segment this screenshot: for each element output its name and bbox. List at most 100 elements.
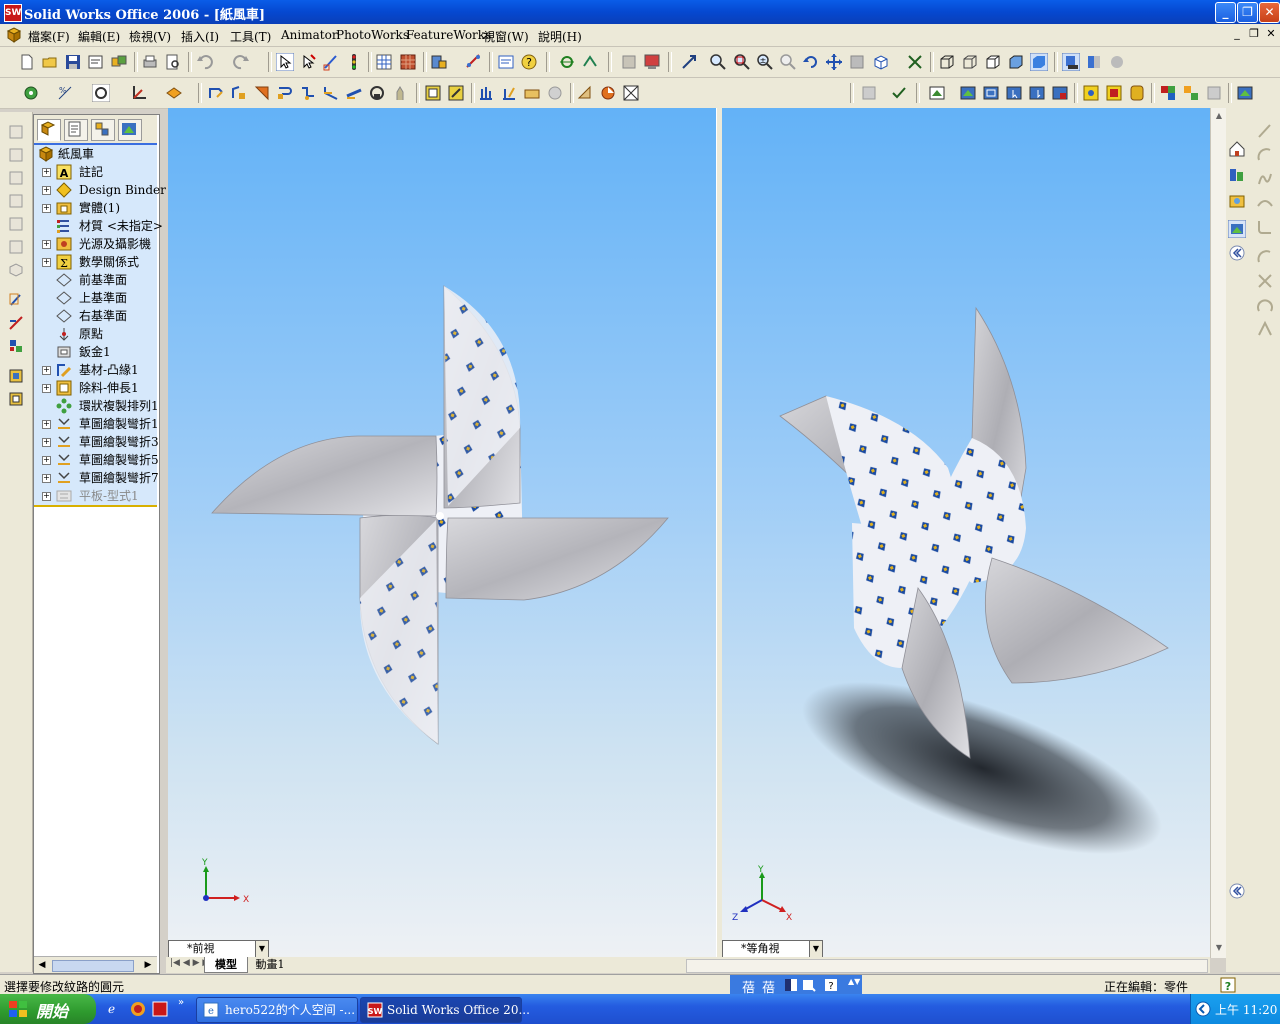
tree-item-right-plane[interactable]: 右基準面 <box>34 307 157 325</box>
3d-drawing-view-icon[interactable] <box>680 53 698 71</box>
save-icon[interactable] <box>64 53 82 71</box>
sketched-bend-icon[interactable] <box>322 84 340 102</box>
closed-corner-icon[interactable] <box>368 84 386 102</box>
tree-horizontal-scrollbar[interactable]: ◀ ▶ <box>34 956 157 973</box>
unfold-icon[interactable] <box>500 84 518 102</box>
ime-pad-icon[interactable] <box>802 978 816 992</box>
shadows-icon[interactable] <box>1062 53 1080 71</box>
ie-quicklaunch-icon[interactable]: ℯ <box>108 1002 115 1016</box>
zoom-in-out-icon[interactable]: ± <box>756 53 774 71</box>
open-file-icon[interactable] <box>41 53 59 71</box>
undo-icon[interactable] <box>196 53 214 71</box>
sketch-fillet-icon[interactable] <box>1256 218 1274 236</box>
scroll-down-icon[interactable]: ▼ <box>1213 942 1225 954</box>
edge-flange-icon[interactable] <box>230 84 248 102</box>
mirror-icon[interactable] <box>1256 320 1274 338</box>
menu-view[interactable]: 檢視(V) <box>129 28 171 45</box>
tab-feature-manager[interactable] <box>37 119 61 141</box>
fold-icon[interactable] <box>523 84 541 102</box>
viewport-front[interactable]: Y X *前視 ▼ <box>168 108 716 958</box>
menu-featureworks[interactable]: FeatureWorks <box>406 28 491 42</box>
rotate-view-icon[interactable] <box>802 53 820 71</box>
smart-dimension-tool-icon[interactable] <box>8 315 24 331</box>
redo-icon[interactable] <box>232 53 250 71</box>
chevron-down-icon[interactable]: ▼ <box>255 941 268 957</box>
sketch-icon[interactable] <box>322 53 340 71</box>
ime-softkeyboard-icon[interactable] <box>784 978 798 992</box>
tree-item-sketched-bend-5[interactable]: + 草圖繪製彎折5 <box>34 451 159 469</box>
curves-icon[interactable] <box>92 84 110 102</box>
coordinate-system-icon[interactable] <box>130 84 148 102</box>
tree-item-base-flange[interactable]: + 基材-凸緣1 <box>34 361 157 379</box>
minimize-button[interactable]: _ <box>1215 2 1236 23</box>
wireframe-icon[interactable] <box>938 53 956 71</box>
solidworks-app-icon[interactable]: SW <box>4 4 22 22</box>
expand-toggle[interactable]: + <box>42 438 51 447</box>
check-sketch-icon[interactable] <box>890 84 908 102</box>
sketch-arc-icon[interactable] <box>1256 146 1274 164</box>
maximize-button[interactable]: ❐ <box>1237 2 1258 23</box>
zoom-to-area-icon[interactable] <box>733 53 751 71</box>
photoworks-studio-icon[interactable] <box>1236 84 1254 102</box>
edit-sketch-icon[interactable] <box>8 292 24 308</box>
viewport-vertical-scrollbar[interactable]: ▲ ▼ <box>1210 108 1227 958</box>
expand-toggle[interactable]: + <box>42 474 51 483</box>
rip-icon[interactable] <box>447 84 465 102</box>
base-flange-tool-icon[interactable] <box>8 368 24 384</box>
display-state-icon[interactable] <box>643 53 661 71</box>
tab-configuration-manager[interactable] <box>91 119 115 141</box>
no-bends-icon[interactable] <box>576 84 594 102</box>
shaded-with-edges-icon[interactable] <box>1007 53 1025 71</box>
tree-item-front-plane[interactable]: 前基準面 <box>34 271 157 289</box>
menu-help[interactable]: 說明(H) <box>538 28 582 45</box>
document-icon[interactable] <box>6 27 22 43</box>
tree-item-sketched-bend-1[interactable]: + 草圖繪製彎折1 <box>34 415 159 433</box>
tree-item-flat-pattern[interactable]: + 平板-型式1 <box>34 487 157 505</box>
scene-icon[interactable] <box>1128 84 1146 102</box>
cross-break-icon[interactable] <box>345 84 363 102</box>
ime-help-icon[interactable]: ? <box>824 978 838 992</box>
tree-item-sketched-bend-3[interactable]: + 草圖繪製彎折3 <box>34 433 159 451</box>
scroll-up-icon[interactable]: ▲ <box>1213 110 1225 122</box>
tree-item-origin[interactable]: 原點 <box>34 325 157 343</box>
hidden-lines-removed-icon[interactable] <box>984 53 1002 71</box>
tree-item-material[interactable]: 材質 <未指定> <box>34 217 163 235</box>
measure-icon[interactable] <box>465 53 483 71</box>
expand-toggle[interactable]: + <box>42 420 51 429</box>
print-preview-icon[interactable] <box>164 53 182 71</box>
insert-bends-icon[interactable] <box>477 84 495 102</box>
section-view-icon[interactable] <box>1085 53 1103 71</box>
expand-toggle[interactable]: + <box>42 186 51 195</box>
render-to-file-icon[interactable] <box>1051 84 1069 102</box>
expand-toggle[interactable]: + <box>42 240 51 249</box>
tab-property-manager[interactable] <box>64 119 88 141</box>
pan-icon[interactable] <box>825 53 843 71</box>
shaded-icon[interactable] <box>1030 53 1048 71</box>
task-browser[interactable]: e hero522的个人空间 -... <box>196 997 358 1023</box>
tree-item-lights-cameras[interactable]: + 光源及攝影機 <box>34 235 157 253</box>
forming-tool-icon[interactable] <box>599 84 617 102</box>
quick-tips-icon[interactable]: ? <box>1220 977 1236 993</box>
viewport-isometric[interactable]: Y X Z *等角視 ▼ <box>722 108 1210 958</box>
realview-icon[interactable] <box>1108 53 1126 71</box>
view-orientation-dropdown-front[interactable]: *前視 ▼ <box>168 940 269 958</box>
expand-pane-icon[interactable] <box>1228 882 1246 900</box>
photoworks-render-icon[interactable] <box>928 84 946 102</box>
scroll-thumb[interactable] <box>52 960 134 972</box>
menu-insert[interactable]: 插入(I) <box>181 28 219 45</box>
doc-restore-button[interactable]: ❐ <box>1247 27 1261 41</box>
tree-item-design-binder[interactable]: + Design Binder <box>34 181 166 199</box>
home-icon[interactable] <box>1228 140 1246 158</box>
appearance-icon[interactable] <box>1082 84 1100 102</box>
right-view-icon[interactable] <box>8 193 24 209</box>
pinwheel-model-isometric[interactable] <box>722 108 1210 958</box>
menu-photoworks[interactable]: PhotoWorks <box>336 28 409 42</box>
scroll-left-icon[interactable]: ◀ <box>36 959 48 971</box>
menu-animator[interactable]: Animator <box>281 28 338 42</box>
expand-toggle[interactable]: + <box>42 366 51 375</box>
new-file-icon[interactable] <box>18 53 36 71</box>
menu-edit[interactable]: 編輯(E) <box>78 28 120 45</box>
collapse-pane-icon[interactable] <box>1228 244 1246 262</box>
flatten-icon[interactable] <box>546 84 564 102</box>
decals-icon[interactable] <box>1105 84 1123 102</box>
